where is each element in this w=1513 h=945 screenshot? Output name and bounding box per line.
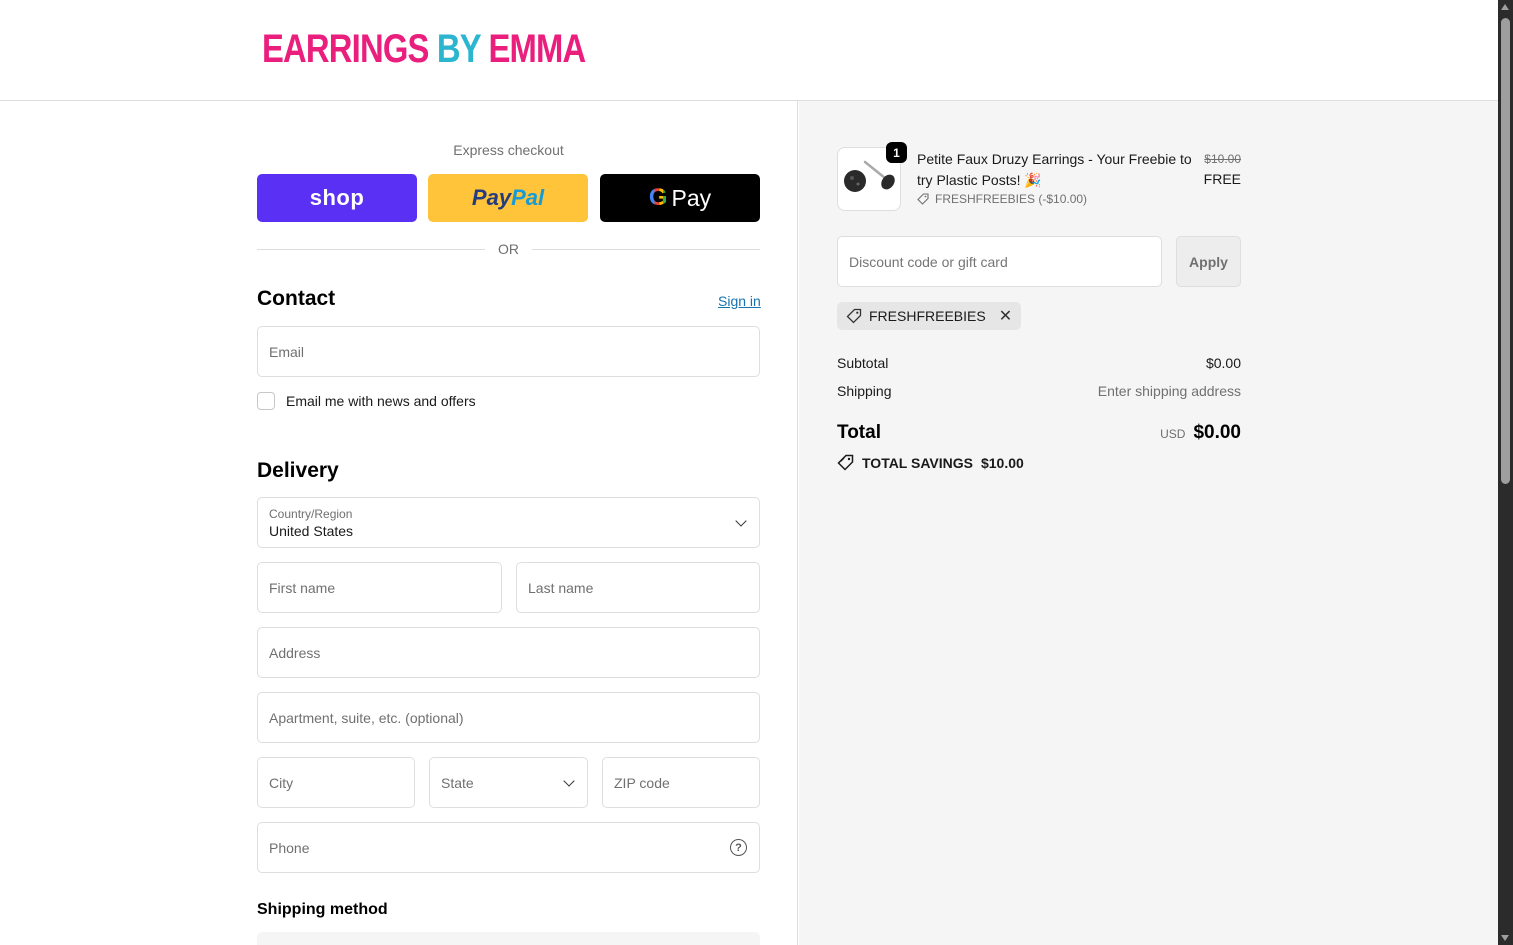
savings-value: $10.00 [980,454,1024,471]
total-label: Total [837,422,881,443]
address-input[interactable] [258,628,759,677]
total-value-group: USD $0.00 [1160,422,1241,444]
savings-tag-icon [837,454,854,471]
discounted-price: FREE [1203,171,1241,187]
site-header: EARRINGS BY EMMA [0,0,1498,101]
subtotal-row: Subtotal $0.00 [837,355,1241,371]
total-amount: $0.00 [1193,422,1241,443]
address-field[interactable] [257,627,760,678]
newsletter-checkbox[interactable] [257,392,275,410]
zip-input[interactable] [603,758,759,807]
country-value: United States [269,523,354,539]
subtotal-value: $0.00 [1205,355,1241,371]
apartment-input[interactable] [258,693,759,742]
total-savings: TOTAL SAVINGS $10.00 [837,454,1024,471]
phone-input[interactable] [258,823,759,872]
product-discount: FRESHFREEBIES (-$10.00) [917,192,1087,206]
first-name-field[interactable] [257,562,502,613]
paypal-button[interactable]: Pay Pal [428,174,588,222]
total-currency: USD [1160,427,1186,441]
or-divider: OR [257,241,760,259]
shipping-value: Enter shipping address [1097,383,1241,399]
email-field[interactable] [257,326,760,377]
shipping-method-placeholder [257,932,760,945]
scroll-up-arrow-icon[interactable] [1501,4,1509,10]
state-select[interactable]: State [429,757,588,808]
shipping-method-heading: Shipping method [257,901,388,918]
newsletter-option[interactable]: Email me with news and offers [257,392,476,410]
country-label: Country/Region [269,507,353,521]
first-name-input[interactable] [258,563,501,612]
zip-field[interactable] [602,757,760,808]
close-icon[interactable]: ✕ [999,306,1012,326]
google-pay-button[interactable]: G Pay [600,174,760,222]
page-scrollbar[interactable] [1498,0,1513,945]
brand-logo[interactable]: EARRINGS BY EMMA [262,26,586,72]
newsletter-label: Email me with news and offers [286,393,476,409]
delivery-heading: Delivery [257,459,339,482]
shop-pay-label: shop [309,185,365,210]
express-checkout-title: Express checkout [453,142,564,158]
last-name-field[interactable] [516,562,760,613]
scrollbar-thumb[interactable] [1501,18,1510,484]
city-input[interactable] [258,758,414,807]
scroll-down-arrow-icon[interactable] [1501,935,1509,941]
last-name-input[interactable] [517,563,759,612]
logo-text-emma: EMMA [488,27,586,71]
logo-text-earrings: EARRINGS [262,27,437,71]
savings-label: TOTAL SAVINGS [862,454,973,471]
checkout-form-column: Express checkout shop Pay Pal G Pay OR Co… [0,101,798,945]
apartment-field[interactable] [257,692,760,743]
chevron-down-icon [735,515,747,527]
quantity-badge: 1 [886,142,907,163]
divider-line-right [532,249,760,250]
order-summary-column: 1 Petite Faux Druzy Earrings - Your Free… [799,101,1498,945]
sign-in-link[interactable]: Sign in [718,293,761,309]
applied-discount-tag: FRESHFREEBIES ✕ [837,302,1022,330]
paypal-label-pal: Pal [511,185,545,210]
country-select[interactable]: Country/Region United States [257,497,760,548]
shipping-row: Shipping Enter shipping address [837,383,1241,399]
tag-icon [846,308,862,324]
shipping-label: Shipping [837,383,892,399]
help-circle-icon[interactable]: ? [730,839,747,856]
contact-heading: Contact [257,287,336,310]
shop-pay-button[interactable]: shop [257,174,417,222]
applied-discount-code: FRESHFREEBIES [869,308,986,324]
apply-discount-button[interactable]: Apply [1176,236,1241,287]
city-field[interactable] [257,757,415,808]
email-input[interactable] [258,327,759,376]
subtotal-label: Subtotal [837,355,889,371]
product-discount-text: FRESHFREEBIES (-$10.00) [935,192,1088,206]
paypal-label-pay: Pay [471,185,512,210]
logo-text-by: BY [436,27,489,71]
tag-icon [917,193,929,205]
google-g-icon: G [648,184,668,211]
discount-code-field[interactable] [837,236,1162,287]
google-pay-label: Pay [671,184,712,211]
product-name: Petite Faux Druzy Earrings - Your Freebi… [917,151,1192,188]
discount-code-input[interactable] [838,237,1161,286]
total-row: Total USD $0.00 [837,422,1241,444]
phone-field[interactable]: ? [257,822,760,873]
state-label: State [441,774,474,791]
original-price: $10.00 [1204,152,1241,166]
